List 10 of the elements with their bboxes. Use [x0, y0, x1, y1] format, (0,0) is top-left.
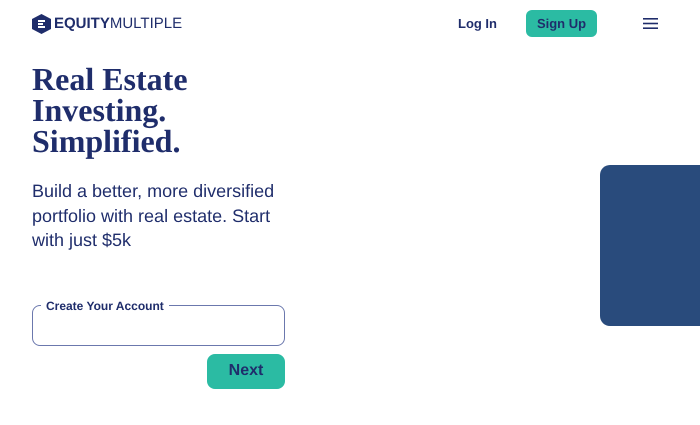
hero-title: Investing.	[32, 95, 166, 126]
signup-button[interactable]: Sign Up	[526, 10, 597, 37]
account-field[interactable]: Create Your Account	[32, 298, 285, 346]
hero-subtitle: Build a better, more diversified portfolio with real estate. Start with just $5k	[32, 180, 276, 252]
logo-wordmark[interactable]: EQUITYMULTIPLE	[54, 15, 182, 32]
logo-icon	[32, 14, 51, 34]
login-link[interactable]: Log In	[458, 16, 497, 31]
hero-title: Real Estate	[32, 64, 188, 95]
menu-icon[interactable]	[643, 18, 658, 29]
next-button[interactable]: Next	[207, 354, 285, 388]
